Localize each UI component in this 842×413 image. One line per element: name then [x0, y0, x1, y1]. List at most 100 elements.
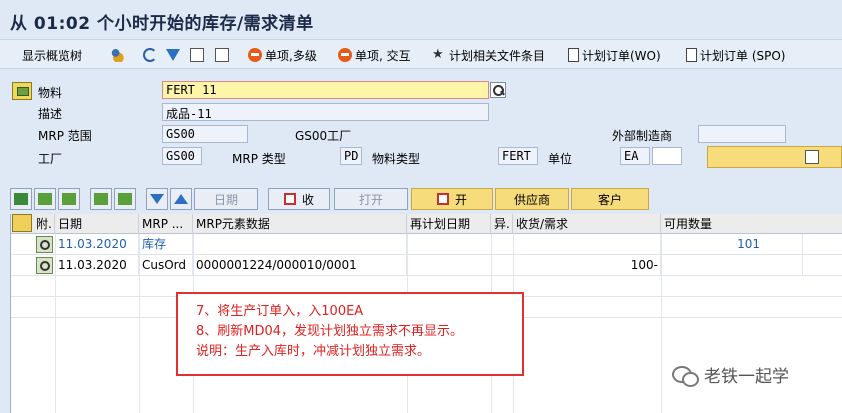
toolbar-label: 单项, 交互 [355, 48, 411, 63]
date-button-label: 日期 [213, 192, 238, 207]
material-field[interactable]: FERT 11 [162, 81, 489, 99]
description-field: 成品-11 [162, 103, 489, 121]
expand-button[interactable] [90, 188, 112, 210]
vendor-button-label: 供应商 [513, 192, 550, 207]
link-button[interactable] [34, 188, 56, 210]
arrow-down-icon [150, 194, 164, 204]
cell-mrp-element: 库存 [139, 234, 193, 255]
calculator-button[interactable] [190, 46, 207, 64]
date-button[interactable]: 日期 [194, 188, 258, 210]
cell-receipt-requirement [513, 234, 661, 255]
mrp-type-label: MRP 类型 [232, 152, 286, 166]
grid-header: 附. 日期 MRP ... MRP元素数据 再计划日期 异. 收货/需求 可用数… [11, 214, 842, 234]
grid-toolbar: 日期 收 打开 开 供应商 客户 [0, 188, 842, 212]
unit-field: EA [620, 147, 650, 165]
pencil-icon [62, 193, 76, 205]
calculator-icon [215, 48, 229, 62]
cell-element-data [193, 234, 407, 255]
toolbar-label: 计划订单(WO) [582, 48, 661, 63]
planned-order-wo-button[interactable]: 计划订单(WO) [568, 46, 661, 64]
planning-file-entry-button[interactable]: ★ 计划相关文件条目 [432, 46, 545, 64]
column-header-exception[interactable]: 异. [491, 214, 513, 234]
cell-date: 11.03.2020 [55, 234, 139, 255]
open-icon [436, 193, 449, 205]
window-title: 从 01:02 个小时开始的库存/需求清单 [10, 14, 314, 34]
annotation-box: 7、将生产订单入，入100EA 8、刷新MD04，发现计划独立需求不再显示。 说… [176, 292, 524, 376]
link-icon [38, 193, 52, 205]
collapse-button[interactable] [114, 188, 136, 210]
edit-button[interactable] [58, 188, 80, 210]
vendor-button[interactable]: 供应商 [495, 188, 569, 210]
application-toolbar: 显示概览树 单项,多级 单项, 交互 ★ 计划相关文件条目 计划订单(WO) 计… [0, 39, 842, 69]
customer-button-label: 客户 [597, 192, 622, 207]
material-type-field: FERT [498, 147, 538, 165]
external-vendor-label: 外部制造商 [612, 129, 673, 143]
sort-down-button[interactable] [146, 188, 168, 210]
mrp-type-field: PD [340, 147, 362, 165]
external-vendor-field [698, 125, 786, 143]
watermark-text: 老铁一起学 [704, 367, 789, 387]
plant-label: 工厂 [38, 152, 63, 166]
annotation-line: 8、刷新MD04，发现计划独立需求不再显示。 [196, 324, 464, 339]
single-multi-level-button[interactable]: 单项,多级 [248, 46, 317, 64]
arrow-up-icon [174, 194, 188, 204]
single-interactive-button[interactable]: 单项, 交互 [338, 46, 411, 64]
filter-button[interactable] [166, 46, 183, 64]
cell-mrp-element: CusOrd [139, 255, 193, 276]
open-button[interactable]: 开 [411, 188, 493, 210]
cell-receipt-requirement: 100- [513, 255, 661, 276]
calculator-icon [190, 48, 204, 62]
material-label: 物料 [38, 86, 63, 100]
sigma-icon [14, 193, 28, 205]
cell-date: 11.03.2020 [55, 255, 139, 276]
stop-icon [338, 48, 352, 62]
column-header-receipt-requirement[interactable]: 收货/需求 [513, 214, 661, 234]
toolbar-label: 计划订单 (SPO) [700, 48, 786, 63]
mrp-area-label: MRP 范围 [38, 129, 92, 143]
planned-order-spo-button[interactable]: 计划订单 (SPO) [686, 46, 785, 64]
description-label: 描述 [38, 107, 63, 121]
refresh-icon [143, 48, 157, 62]
column-header-date[interactable]: 日期 [55, 214, 139, 234]
table-row[interactable]: 11.03.2020 CusOrd 0000001224/000010/0001… [11, 255, 842, 276]
show-overview-tree-button[interactable]: 显示概览树 [22, 46, 82, 64]
table-row[interactable]: 11.03.2020 库存 101 [11, 234, 842, 255]
receipt-button-label: 收 [301, 192, 314, 207]
toolbar-label: 单项,多级 [265, 48, 317, 63]
search-icon[interactable] [490, 82, 506, 98]
people-button[interactable] [110, 46, 127, 64]
receipt-button[interactable]: 收 [268, 188, 330, 210]
detail-icon[interactable] [36, 257, 53, 274]
column-header-available-qty[interactable]: 可用数量 [661, 214, 842, 234]
calculator-alt-button[interactable] [215, 46, 232, 64]
annotation-line: 7、将生产订单入，入100EA [196, 304, 364, 319]
print-button[interactable]: 打开 [334, 188, 408, 210]
column-header-attachment[interactable]: 附. [33, 214, 55, 234]
toolbar-label: 显示概览树 [22, 48, 83, 63]
wechat-icon [672, 364, 699, 387]
sum-button[interactable] [10, 188, 32, 210]
annotation-line: 说明：生产入库时，冲减计划独立需求。 [196, 344, 431, 359]
material-type-label: 物料类型 [372, 152, 421, 166]
edit-header-button[interactable] [707, 146, 842, 168]
link-icon: ★ [432, 47, 444, 62]
stop-icon [248, 48, 262, 62]
cell-element-data: 0000001224/000010/0001 [193, 255, 407, 276]
column-header-element-data[interactable]: MRP元素数据 [193, 214, 407, 234]
pencil-icon [805, 150, 819, 164]
toolbar-label: 计划相关文件条目 [449, 48, 546, 63]
cell-available-qty [661, 255, 803, 276]
people-icon [110, 48, 124, 62]
column-header-reschedule-date[interactable]: 再计划日期 [407, 214, 491, 234]
customer-button[interactable]: 客户 [571, 188, 649, 210]
detail-icon[interactable] [36, 236, 53, 253]
watermark: 老铁一起学 [672, 362, 789, 387]
sort-up-button[interactable] [170, 188, 192, 210]
unit-label: 单位 [548, 152, 573, 166]
column-header-mrp-element[interactable]: MRP ... [139, 214, 193, 234]
unit-extra-field [652, 147, 682, 165]
layout-icon[interactable] [12, 214, 32, 232]
refresh-button[interactable] [143, 46, 160, 64]
open-button-label: 开 [454, 192, 467, 207]
header-toggle-icon[interactable] [12, 82, 32, 100]
